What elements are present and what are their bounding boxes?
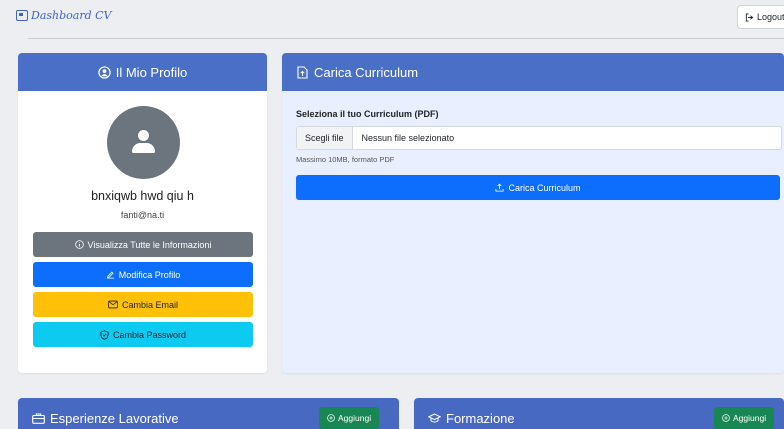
file-upload-icon	[297, 65, 308, 79]
file-hint: Massimo 10MB, formato PDF	[296, 155, 395, 164]
logout-button[interactable]: Logout	[737, 5, 784, 29]
view-all-info-button[interactable]: Visualizza Tutte le Informazioni	[33, 232, 253, 257]
education-title: Formazione	[446, 410, 515, 426]
upload-card-header: Carica Curriculum	[282, 53, 784, 91]
file-status-text: Nessun file selezionato	[361, 133, 455, 143]
top-navbar: Dashboard CV Logout	[0, 0, 784, 38]
envelope-icon	[108, 300, 118, 309]
edit-profile-label: Modifica Profilo	[118, 269, 181, 280]
logout-label: Logout	[757, 12, 784, 22]
profile-card: Il Mio Profilo bnxiqwb hwd qiu h fanti@n…	[18, 53, 267, 373]
change-email-label: Cambia Email	[121, 299, 179, 310]
graduation-cap-icon	[428, 412, 441, 423]
profile-name: bnxiqwb hwd qiu h	[91, 189, 194, 203]
change-password-button[interactable]: Cambia Password	[33, 322, 253, 347]
plus-circle-icon	[722, 414, 730, 422]
profile-card-header: Il Mio Profilo	[18, 53, 267, 91]
shield-icon	[100, 329, 109, 340]
cv-field-label: Seleziona il tuo Curriculum (PDF)	[296, 109, 439, 119]
avatar	[107, 106, 180, 179]
upload-cv-button[interactable]: Carica Curriculum	[296, 175, 780, 200]
brand-label: Dashboard CV	[31, 9, 112, 22]
user-circle-icon	[98, 65, 111, 79]
person-icon	[138, 130, 149, 141]
plus-circle-icon	[327, 414, 335, 422]
choose-file-button[interactable]: Scegli file	[297, 127, 353, 149]
edit-profile-button[interactable]: Modifica Profilo	[33, 262, 253, 287]
education-card: Formazione Aggiungi	[414, 398, 784, 429]
view-all-info-label: Visualizza Tutte le Informazioni	[87, 239, 212, 250]
upload-icon	[495, 183, 504, 192]
cv-file-input[interactable]: Scegli file Nessun file selezionato	[296, 126, 782, 150]
add-experience-button[interactable]: Aggiungi	[319, 407, 380, 429]
experience-card: Esperienze Lavorative Aggiungi	[18, 398, 399, 429]
upload-cv-card: Carica Curriculum Seleziona il tuo Curri…	[282, 53, 784, 373]
add-experience-label: Aggiungi	[338, 413, 372, 423]
brand-link[interactable]: Dashboard CV	[16, 9, 112, 22]
change-password-label: Cambia Password	[112, 329, 187, 340]
header-divider	[28, 38, 784, 39]
id-card-icon	[16, 10, 28, 21]
edit-icon	[106, 271, 114, 279]
profile-title: Il Mio Profilo	[115, 64, 188, 80]
briefcase-icon	[32, 413, 45, 424]
info-circle-icon	[74, 240, 84, 249]
add-education-button[interactable]: Aggiungi	[714, 407, 775, 429]
change-email-button[interactable]: Cambia Email	[33, 292, 253, 317]
upload-title: Carica Curriculum	[314, 64, 419, 80]
profile-email: fanti@na.ti	[120, 210, 165, 220]
upload-cv-label: Carica Curriculum	[508, 182, 581, 193]
add-education-label: Aggiungi	[733, 413, 767, 423]
experience-title: Esperienze Lavorative	[50, 410, 179, 426]
logout-icon	[745, 12, 754, 22]
